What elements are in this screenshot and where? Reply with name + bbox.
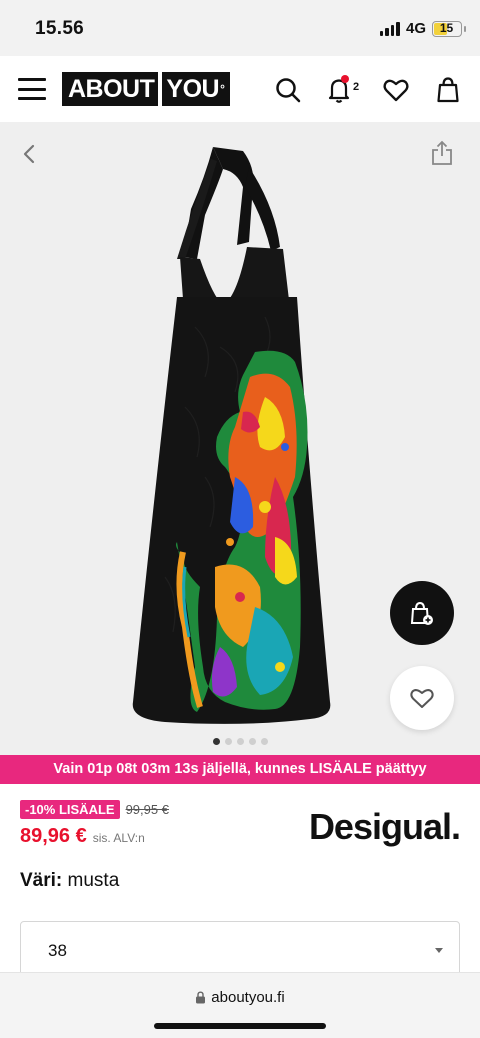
home-indicator[interactable]	[154, 1023, 326, 1029]
battery-level: 15	[439, 20, 454, 35]
discount-badge: -10% LISÄALE	[20, 800, 120, 819]
color-value: musta	[67, 870, 120, 891]
lock-icon	[196, 991, 206, 1004]
original-price: 99,95 €	[125, 802, 169, 817]
url-display[interactable]: aboutyou.fi	[0, 989, 480, 1006]
battery-icon: 15	[432, 20, 466, 37]
signal-icon	[379, 21, 400, 36]
color-label: Väri:	[20, 870, 63, 891]
brand-logo[interactable]: ABOUT YOU °	[62, 72, 231, 106]
share-icon[interactable]	[430, 140, 454, 166]
price-block: -10% LISÄALE 99,95 € 89,96 € sis. ALV:n	[20, 800, 169, 848]
add-to-wishlist-button[interactable]	[390, 666, 454, 730]
bell-icon[interactable]: 2	[327, 75, 359, 104]
size-value: 38	[48, 941, 67, 960]
gallery-dot[interactable]	[212, 738, 220, 745]
url-text: aboutyou.fi	[211, 989, 285, 1006]
gallery-pagination	[0, 738, 480, 745]
network-type: 4G	[405, 20, 426, 37]
status-bar: 15.56 4G 15	[0, 0, 480, 56]
logo-text-left: ABOUT	[68, 74, 155, 103]
gallery-dot[interactable]	[236, 738, 244, 745]
top-navigation: ABOUT YOU ° 2	[0, 56, 480, 122]
status-time: 15.56	[35, 18, 85, 39]
logo-text-right: YOU	[166, 74, 220, 103]
menu-icon[interactable]	[18, 78, 46, 100]
shopping-bag-icon[interactable]	[436, 76, 464, 104]
caret-down-icon	[435, 948, 443, 953]
add-to-bag-button[interactable]	[390, 581, 454, 645]
search-icon[interactable]	[274, 76, 302, 104]
brand-name[interactable]: Desigual.	[309, 806, 461, 848]
add-to-bag-icon	[410, 601, 433, 625]
notification-dot	[341, 75, 349, 83]
gallery-dot[interactable]	[224, 738, 232, 745]
browser-address-bar: aboutyou.fi	[0, 972, 480, 1038]
chevron-left-icon[interactable]	[18, 142, 42, 166]
gallery-dot[interactable]	[260, 738, 268, 745]
gallery-dot[interactable]	[248, 738, 256, 745]
product-image-dress	[132, 147, 331, 724]
wishlist-heart-icon[interactable]	[382, 76, 410, 104]
vat-note: sis. ALV:n	[92, 831, 145, 845]
heart-icon	[410, 689, 434, 708]
product-image-gallery[interactable]	[0, 122, 480, 755]
sale-countdown-banner: Vain 01p 08t 03m 13s jäljellä, kunnes LI…	[0, 755, 480, 784]
status-indicators: 4G 15	[379, 20, 466, 37]
logo-mark: °	[220, 82, 225, 96]
sale-price: 89,96 €	[20, 825, 87, 847]
color-info: Väri: musta	[20, 870, 119, 892]
notification-count: 2	[353, 81, 360, 93]
